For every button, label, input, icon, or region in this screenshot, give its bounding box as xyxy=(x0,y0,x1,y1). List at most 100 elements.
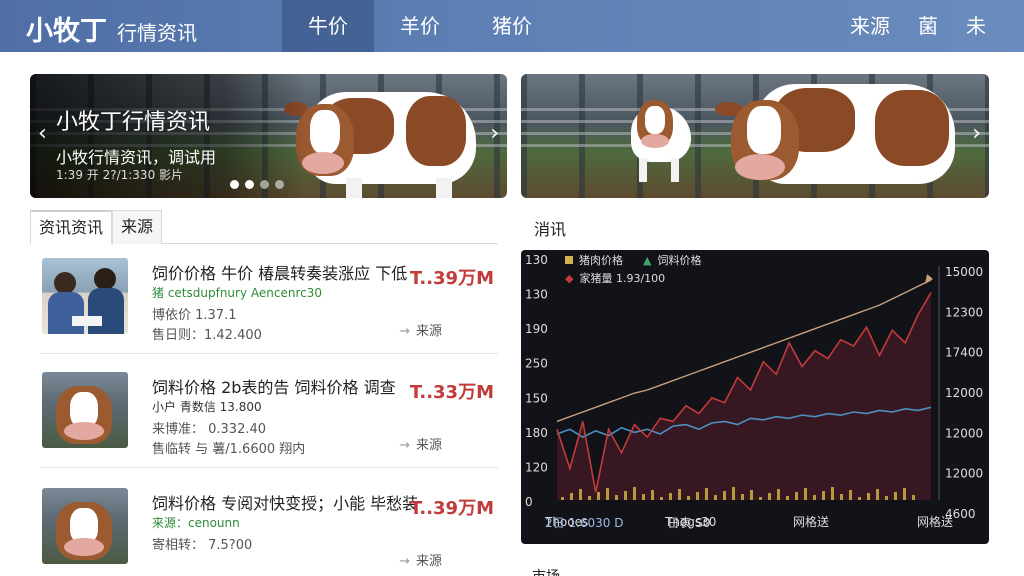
news-meta: 来博准： 0.332.40 xyxy=(152,422,267,437)
news-title[interactable]: 饲料价格 专阅对快变授；小能 毕愁装 xyxy=(152,490,418,514)
news-thumbnail xyxy=(42,488,128,564)
news-source-label: 来源 xyxy=(415,324,442,339)
header-link-source[interactable]: 来源 xyxy=(850,0,890,52)
y2-axis-tick-label: 12000 xyxy=(945,467,983,481)
hero-banner-right[interactable]: › xyxy=(521,74,989,198)
y-axis-tick-label: 120 xyxy=(525,460,548,474)
carousel-dot[interactable] xyxy=(245,180,254,189)
tab-source[interactable]: 来源 xyxy=(112,210,163,244)
header-right-links: 来源 菌 未 xyxy=(850,0,986,52)
volume-bar xyxy=(777,489,780,500)
legend-item: 猪肉价格 xyxy=(579,254,623,267)
volume-bar xyxy=(840,494,843,500)
header-link-3[interactable]: 未 xyxy=(966,0,986,52)
volume-bar xyxy=(615,495,618,500)
volume-bar xyxy=(642,494,645,500)
arrow-right-icon: → xyxy=(399,438,410,453)
news-tabs: 资讯资讯 来源 xyxy=(30,210,498,244)
carousel-dot[interactable] xyxy=(260,180,269,189)
section-title: 市场 xyxy=(532,566,560,576)
chart-footer-label: 2日 1.6030 D 日表 S0 xyxy=(545,514,710,531)
legend-item: 饲料价格 xyxy=(657,254,702,267)
tab-news[interactable]: 资讯资讯 xyxy=(30,210,113,244)
volume-bar xyxy=(723,491,726,500)
news-tag: 来源：cenounn xyxy=(152,516,240,530)
volume-bar xyxy=(903,488,906,500)
y2-axis-tick-label: 12000 xyxy=(945,426,983,440)
volume-bar xyxy=(741,494,744,500)
news-meta: 售日则：1.42.400 xyxy=(152,328,262,343)
volume-bar xyxy=(651,490,654,500)
chart-svg: 130 130 190 250 150 180 120 0 15000 12300 17400 120… xyxy=(525,253,983,529)
carousel-dot[interactable] xyxy=(230,180,239,189)
y-axis-tick-label: 150 xyxy=(525,391,548,405)
chart-legend: ◆ 家猪量 1.93/100 xyxy=(565,270,665,286)
tab-cattle-price[interactable]: 牛价 xyxy=(282,0,374,52)
brand-logo[interactable]: 小牧丁 行情资讯 xyxy=(26,9,197,48)
cow-image-small xyxy=(621,96,701,186)
news-source-label: 来源 xyxy=(415,554,442,569)
news-title[interactable]: 饲价价格 牛价 椿晨转奏装涨应 下低 xyxy=(152,260,407,284)
chart-legend: 猪肉价格 ▲ 饲料价格 xyxy=(565,252,701,268)
news-source-link[interactable]: → 来源 xyxy=(399,550,442,569)
volume-bar xyxy=(849,490,852,500)
y-axis-tick-label: 250 xyxy=(525,357,548,371)
chevron-left-icon[interactable]: ‹ xyxy=(38,122,47,146)
news-source-link[interactable]: → 来源 xyxy=(399,434,442,453)
volume-bar xyxy=(678,489,681,500)
news-thumbnail xyxy=(42,372,128,448)
volume-bar xyxy=(669,493,672,500)
section-title: 消讯 xyxy=(534,220,567,239)
volume-bar xyxy=(759,497,762,500)
hero-banner-left[interactable]: 小牧丁行情资讯 小牧行情资讯，调试用 1:39 开 2?/1:330 影片 ‹ … xyxy=(30,74,507,198)
header-link-2[interactable]: 菌 xyxy=(918,0,938,52)
list-item[interactable]: 饲价价格 牛价 椿晨转奏装涨应 下低 T..39万M 猪 cetsdupfnur… xyxy=(40,258,498,354)
chevron-right-icon[interactable]: › xyxy=(972,122,981,146)
volume-bar xyxy=(660,497,663,500)
tab-pig-price[interactable]: 猪价 xyxy=(466,0,558,52)
trend-arrow-icon xyxy=(925,274,933,284)
volume-bar xyxy=(606,488,609,500)
news-source-link[interactable]: → 来源 xyxy=(399,320,442,339)
news-title[interactable]: 饲料价格 2b表的告 饲料价格 调查 xyxy=(152,374,396,398)
carousel-dot[interactable] xyxy=(275,180,284,189)
volume-bar xyxy=(579,489,582,500)
volume-bar xyxy=(813,495,816,500)
news-meta: 博依价 1.37.1 xyxy=(152,308,237,323)
news-tag: 猪 cetsdupfnury Aencenrc30 xyxy=(152,286,322,300)
volume-bar xyxy=(732,487,735,500)
tab-sheep-price[interactable]: 羊价 xyxy=(374,0,466,52)
volume-bar xyxy=(597,492,600,500)
news-meta: 寄相转： 7.5?00 xyxy=(152,538,253,553)
news-price: T..39万M xyxy=(409,498,494,519)
news-thumbnail xyxy=(42,258,128,334)
news-source-label: 来源 xyxy=(415,438,442,453)
arrow-right-icon: → xyxy=(399,324,410,339)
list-item[interactable]: 饲料价格 专阅对快变授；小能 毕愁装 T..39万M 来源：cenounn 寄相… xyxy=(40,488,498,576)
volume-bar xyxy=(705,488,708,500)
volume-bar xyxy=(561,497,564,500)
y2-axis-tick-label: 12000 xyxy=(945,386,983,400)
legend-swatch xyxy=(565,256,573,264)
news-price: T..39万M xyxy=(409,268,494,289)
arrow-right-icon: → xyxy=(399,554,410,569)
y-axis-tick-label: 190 xyxy=(525,322,548,336)
price-chart: 130 130 190 250 150 180 120 0 15000 12300 17400 120… xyxy=(521,250,989,544)
volume-bar xyxy=(885,496,888,500)
chevron-right-icon[interactable]: › xyxy=(490,122,499,146)
y-axis-tick-label: 180 xyxy=(525,426,548,440)
brand-name: 小牧丁 xyxy=(26,16,107,47)
banner-subtitle: 小牧行情资讯，调试用 xyxy=(56,148,217,167)
top-navigation-bar: 小牧丁 行情资讯 牛价 羊价 猪价 来源 菌 未 xyxy=(0,0,1024,52)
chart-footer-text: 日表 S0 xyxy=(667,516,711,530)
volume-bar xyxy=(750,490,753,500)
y2-axis-tick-label: 15000 xyxy=(945,265,983,279)
volume-bar xyxy=(804,488,807,500)
news-meta: 售临转 与 薯/1.6600 翔内 xyxy=(152,442,306,457)
x-axis-tick-label: 网格送 xyxy=(917,514,953,529)
volume-bar xyxy=(858,497,861,500)
list-item[interactable]: 饲料价格 2b表的告 饲料价格 调查 T..33万M 小户 青数信 13.800… xyxy=(40,372,498,468)
volume-bar xyxy=(867,493,870,500)
y2-axis-tick-label: 17400 xyxy=(945,346,983,360)
triangle-icon: ▲ xyxy=(643,253,652,267)
